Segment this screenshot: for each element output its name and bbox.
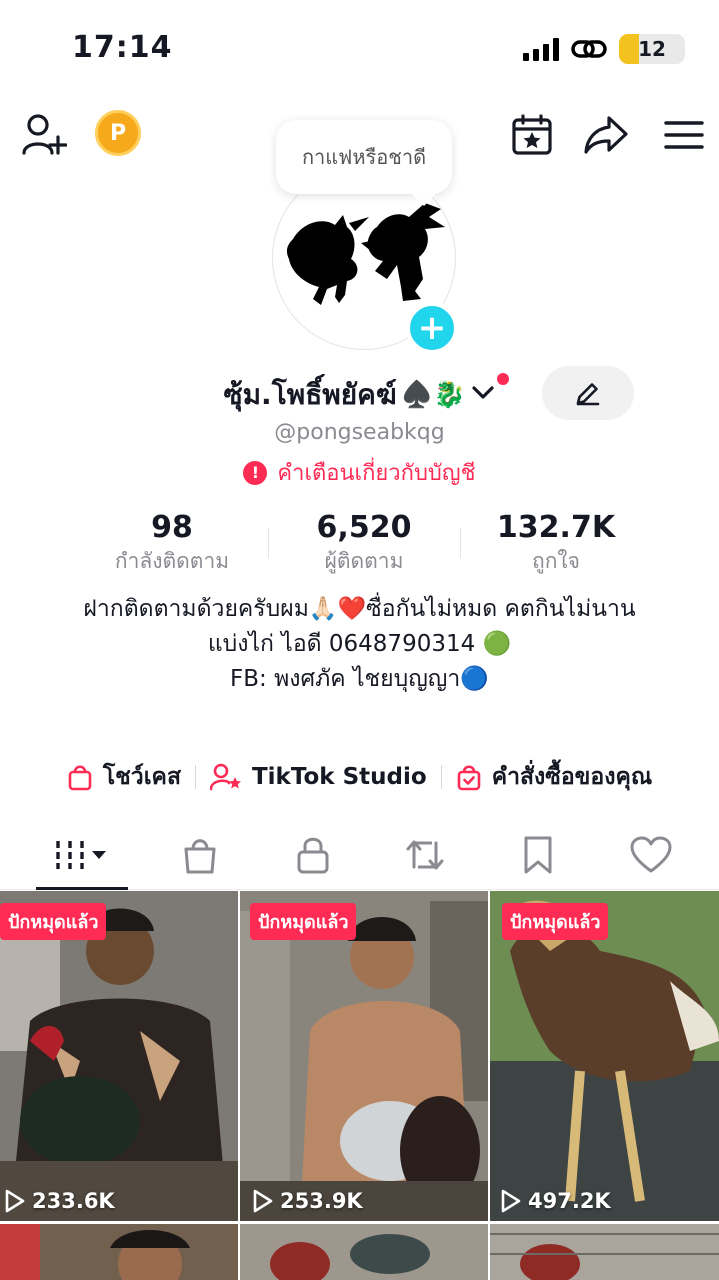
view-count-text: 233.6K [32, 1189, 115, 1213]
play-icon [253, 1189, 273, 1213]
battery-indicator: 12 [619, 34, 685, 64]
tab-shop[interactable] [150, 822, 250, 888]
hamburger-menu-icon [664, 121, 704, 149]
active-tab-indicator [36, 887, 128, 890]
stat-likes[interactable]: 132.7K ถูกใจ [476, 510, 636, 578]
coins-button[interactable]: P [95, 110, 141, 156]
tiktok-studio-label: TikTok Studio [251, 764, 427, 790]
video-thumbnail [240, 1224, 488, 1280]
showcase-link[interactable]: โชว์เคส [53, 759, 195, 795]
play-icon [501, 1189, 521, 1213]
display-name: ซุ้ม.โพธิ์พยัคฆ์ [223, 378, 397, 411]
profile-links-row: โชว์เคส TikTok Studio คำสั่งซื้อของคุณ [0, 755, 719, 799]
user-star-icon [209, 763, 241, 791]
calendar-star-icon [512, 114, 552, 155]
tab-favorites[interactable] [488, 822, 588, 888]
bookmark-icon [524, 836, 552, 874]
video-thumbnail [240, 891, 488, 1221]
stat-following[interactable]: 98 กำลังติดตาม [92, 510, 252, 578]
view-count: 253.9K [252, 1189, 363, 1213]
link-icon [571, 40, 607, 58]
pinned-badge: ปักหมุดแล้ว [502, 903, 609, 940]
video-tile[interactable]: ปักหมุดแล้ว 253.9K [240, 891, 488, 1221]
account-warning-link[interactable]: ! คำเตือนเกี่ยวกับบัญชี [0, 455, 719, 490]
video-thumbnail [490, 891, 719, 1221]
add-user-icon [22, 114, 67, 155]
video-tile[interactable] [490, 1224, 719, 1280]
video-thumbnail [0, 891, 238, 1221]
showcase-label: โชว์เคส [102, 764, 181, 790]
tab-reposts[interactable] [375, 822, 475, 888]
bio-line: แบ่งไก่ ไอดี 0648790314 🟢 [207, 631, 512, 657]
video-tile[interactable]: ปักหมุดแล้ว 233.6K [0, 891, 238, 1221]
pencil-icon [576, 383, 600, 406]
edit-profile-button[interactable] [542, 366, 634, 420]
video-grid-icon [56, 841, 106, 869]
shopping-bag-icon [184, 839, 216, 874]
profile-bio: ฝากติดตามด้วยครับผม🙏🏻❤️ซื่อกันไม่หมด คตก… [40, 592, 679, 697]
video-grid: ปักหมุดแล้ว 233.6K ปักหมุดแล้ว 253.9K ปั… [0, 891, 719, 1280]
menu-button[interactable] [660, 113, 708, 157]
bio-line: FB: พงศภัค ไชยบุญญา🔵 [230, 666, 489, 692]
view-count: 497.2K [500, 1189, 611, 1213]
account-switch-chevron-icon[interactable] [471, 373, 510, 405]
notification-dot [497, 373, 510, 385]
stat-divider [460, 528, 461, 558]
orders-label: คำสั่งซื้อของคุณ [491, 764, 653, 790]
pinned-badge: ปักหมุดแล้ว [250, 903, 357, 940]
stat-value: 98 [151, 510, 193, 545]
warning-icon: ! [243, 460, 268, 485]
tab-liked[interactable] [601, 822, 701, 888]
shopping-bag-icon [68, 765, 92, 791]
profile-tabs [0, 822, 719, 890]
stat-label: กำลังติดตาม [114, 549, 230, 573]
stat-value: 6,520 [316, 510, 412, 545]
view-count: 233.6K [4, 1189, 115, 1213]
pinned-badge: ปักหมุดแล้ว [0, 903, 107, 940]
coin-icon: P [95, 110, 141, 156]
calendar-button[interactable] [508, 111, 556, 159]
stat-value: 132.7K [496, 510, 616, 545]
play-icon [5, 1189, 25, 1213]
add-friend-button[interactable] [18, 109, 70, 161]
add-avatar-button[interactable]: + [406, 302, 458, 354]
stat-label: ผู้ติดตาม [324, 549, 404, 573]
video-tile[interactable] [240, 1224, 488, 1280]
note-bubble[interactable]: กาแฟหรือชาดี [276, 120, 452, 206]
tiktok-studio-link[interactable]: TikTok Studio [196, 763, 441, 791]
stat-label: ถูกใจ [532, 549, 580, 573]
status-bar: 17:14 12 [0, 0, 719, 100]
name-emoji: ♠️🐉 [400, 380, 466, 410]
view-count-text: 497.2K [528, 1189, 611, 1213]
share-button[interactable] [582, 111, 630, 159]
order-bag-check-icon [457, 765, 480, 791]
status-indicators: 12 [523, 34, 685, 64]
battery-level: 12 [638, 37, 666, 61]
video-tile[interactable]: ปักหมุดแล้ว 497.2K [490, 891, 719, 1221]
cellular-signal-icon [523, 37, 559, 61]
heart-icon [630, 836, 672, 873]
stat-divider [268, 528, 269, 558]
video-thumbnail [0, 1224, 238, 1280]
lock-icon [297, 837, 329, 874]
stat-followers[interactable]: 6,520 ผู้ติดตาม [284, 510, 444, 578]
repost-icon [406, 840, 444, 870]
username: @pongseabkqg [274, 420, 445, 445]
tab-videos[interactable] [32, 822, 132, 888]
bio-line: ฝากติดตามด้วยครับผม🙏🏻❤️ซื่อกันไม่หมด คตก… [83, 596, 636, 622]
account-warning-text: คำเตือนเกี่ยวกับบัญชี [277, 461, 476, 486]
profile-stats: 98 กำลังติดตาม 6,520 ผู้ติดตาม 132.7K ถู… [0, 510, 719, 576]
video-tile[interactable] [0, 1224, 238, 1280]
share-arrow-icon [584, 116, 628, 154]
status-time: 17:14 [72, 30, 173, 65]
orders-link[interactable]: คำสั่งซื้อของคุณ [442, 759, 666, 795]
video-thumbnail [490, 1224, 719, 1280]
view-count-text: 253.9K [280, 1189, 363, 1213]
tab-private[interactable] [263, 822, 363, 888]
plus-icon: + [417, 308, 447, 348]
